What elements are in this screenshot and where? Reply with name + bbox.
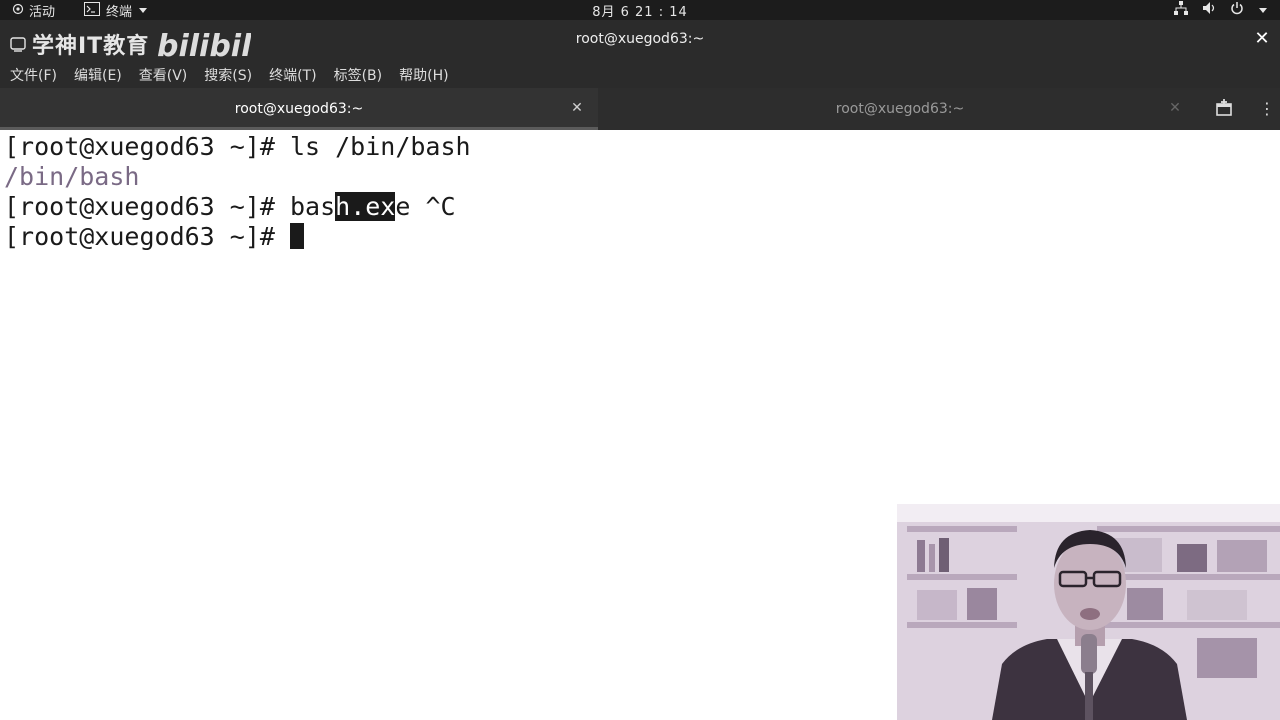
tab-1[interactable]: root@xuegod63:~ ✕: [0, 88, 598, 130]
chevron-down-icon[interactable]: [1258, 3, 1268, 18]
terminal-line: [root@xuegod63 ~]# ls /bin/bash: [4, 132, 471, 161]
power-icon[interactable]: [1230, 1, 1244, 19]
top-panel: 活动 终端 8月 6 21 : 14: [0, 0, 1280, 20]
terminal-output-line: /bin/bash: [4, 162, 140, 191]
tab-1-close-button[interactable]: ✕: [570, 100, 584, 116]
command-text: e ^C: [395, 192, 456, 221]
network-icon[interactable]: [1174, 1, 1188, 19]
status-area[interactable]: [1174, 0, 1268, 20]
clock[interactable]: 8月 6 21 : 14: [592, 5, 688, 20]
activities-button[interactable]: 活动: [12, 1, 55, 20]
menu-view[interactable]: 查看(V): [139, 65, 188, 85]
window-title: root@xuegod63:~: [575, 31, 705, 47]
menu-bar: 文件(F) 编辑(E) 查看(V) 搜索(S) 终端(T) 标签(B) 帮助(H…: [0, 62, 1280, 88]
app-menu-button[interactable]: 终端: [84, 1, 148, 20]
menu-edit[interactable]: 编辑(E): [74, 65, 122, 85]
volume-icon[interactable]: [1202, 1, 1216, 19]
prompt: [root@xuegod63 ~]#: [4, 192, 290, 221]
close-icon: ✕: [571, 100, 583, 116]
tab-menu-button[interactable]: ⋮: [1258, 99, 1276, 119]
window-close-button[interactable]: ✕: [1254, 30, 1270, 48]
tab-2-close-button[interactable]: ✕: [1168, 100, 1182, 116]
terminal-line: [root@xuegod63 ~]# bash.exe ^C: [4, 192, 456, 222]
bilibili-logo-text: bilibili: [157, 29, 251, 64]
menu-help[interactable]: 帮助(H): [399, 65, 448, 85]
activities-icon: [12, 3, 24, 19]
new-tab-button[interactable]: [1214, 99, 1236, 119]
tab-bar: root@xuegod63:~ ✕ root@xuegod63:~ ✕ ⋮: [0, 88, 1280, 130]
close-icon: ✕: [1169, 100, 1181, 116]
selected-text[interactable]: h.ex: [335, 192, 396, 221]
new-tab-icon: [1216, 99, 1232, 116]
menu-tabs[interactable]: 标签(B): [334, 65, 383, 85]
presenter-video-image: [897, 504, 1280, 720]
tab-2[interactable]: root@xuegod63:~ ✕: [600, 88, 1200, 130]
prompt: [root@xuegod63 ~]#: [4, 222, 290, 251]
tab-2-label: root@xuegod63:~: [835, 101, 965, 117]
watermark-text: 学神IT教育: [32, 34, 150, 59]
menu-terminal[interactable]: 终端(T): [269, 65, 316, 85]
menu-search[interactable]: 搜索(S): [204, 65, 252, 85]
app-menu-label: 终端: [106, 5, 133, 20]
chevron-down-icon: [138, 3, 148, 18]
tab-1-label: root@xuegod63:~: [234, 101, 364, 117]
text-cursor: [289, 223, 304, 249]
webcam-overlay: [897, 504, 1280, 720]
close-icon: ✕: [1254, 28, 1270, 49]
watermark: 学神IT教育 bilibili: [10, 24, 251, 64]
activities-label: 活动: [29, 5, 56, 20]
bilibili-logo: bilibili: [157, 29, 251, 64]
watermark-logo-icon: [10, 37, 26, 52]
terminal-line: [root@xuegod63 ~]#: [4, 222, 304, 252]
command-text: bas: [289, 192, 336, 221]
menu-icon: ⋮: [1259, 99, 1275, 118]
terminal-icon: [84, 1, 100, 20]
menu-file[interactable]: 文件(F): [10, 65, 57, 85]
